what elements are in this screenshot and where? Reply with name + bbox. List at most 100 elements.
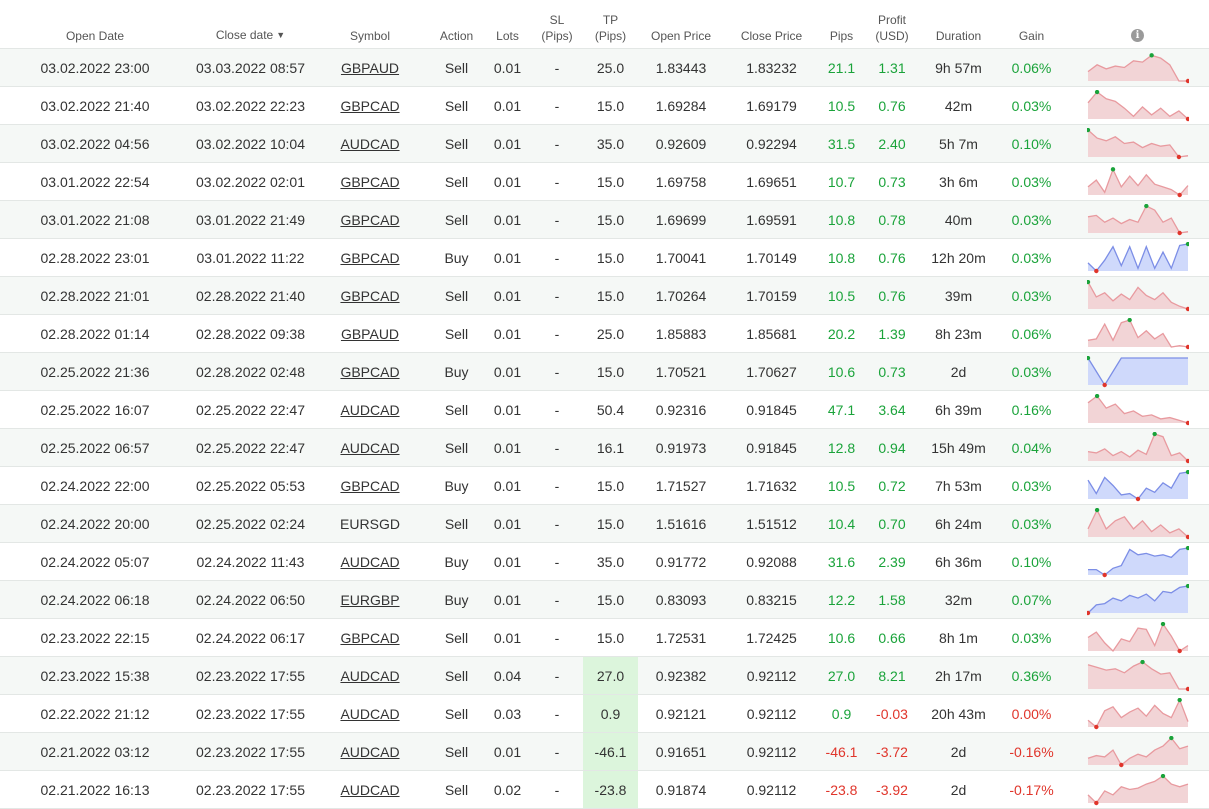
close-date-cell: 03.02.2022 22:23 [196, 97, 305, 114]
col-close-date[interactable]: Close date ▼ [190, 0, 311, 49]
close-date-cell: 02.23.2022 17:55 [196, 705, 305, 722]
trade-sparkline [1087, 659, 1189, 691]
symbol-link[interactable]: GBPCAD [340, 174, 399, 190]
sparkline-cell [1066, 580, 1209, 619]
col-duration[interactable]: Duration [920, 0, 997, 49]
col-action[interactable]: Action [429, 0, 484, 49]
symbol-link[interactable]: AUDCAD [340, 440, 399, 456]
symbol-cell: GBPAUD [311, 48, 429, 87]
open-price-cell: 1.70264 [638, 276, 724, 315]
col-tp[interactable]: TP (Pips) [583, 0, 638, 49]
table-row[interactable]: 02.24.2022 05:07 02.24.2022 11:43 AUDCAD Bu… [0, 542, 1209, 581]
sparkline-min-dot [1176, 192, 1182, 197]
symbol-link[interactable]: GBPCAD [340, 212, 399, 228]
open-date-cell: 03.02.2022 23:00 [0, 48, 190, 87]
symbol-link[interactable]: AUDCAD [340, 554, 399, 570]
pips-cell: 10.8 [819, 238, 864, 277]
open-price-cell: 0.91973 [638, 428, 724, 467]
table-row[interactable]: 03.02.2022 04:56 03.02.2022 10:04 AUDCAD Se… [0, 124, 1209, 163]
table-row[interactable]: 02.25.2022 16:07 02.25.2022 22:47 AUDCAD Se… [0, 390, 1209, 429]
sparkline-area [1087, 661, 1188, 689]
table-row[interactable]: 02.28.2022 21:01 02.28.2022 21:40 GBPCAD Se… [0, 276, 1209, 315]
sl-cell: - [531, 86, 583, 125]
symbol-link[interactable]: GBPCAD [340, 478, 399, 494]
action-cell: Sell [429, 124, 484, 163]
symbol-link[interactable]: AUDCAD [340, 402, 399, 418]
lots-cell: 0.01 [493, 325, 522, 342]
symbol-link[interactable]: AUDCAD [340, 136, 399, 152]
table-row[interactable]: 02.25.2022 06:57 02.25.2022 22:47 AUDCAD Se… [0, 428, 1209, 467]
close-date-cell: 02.28.2022 02:48 [190, 352, 311, 391]
table-row[interactable]: 02.23.2022 15:38 02.23.2022 17:55 AUDCAD Se… [0, 656, 1209, 695]
col-profit[interactable]: Profit (USD) [864, 0, 920, 49]
info-icon[interactable]: i [1131, 29, 1144, 42]
col-gain[interactable]: Gain [997, 0, 1066, 49]
symbol-link[interactable]: AUDCAD [340, 668, 399, 684]
col-close-price[interactable]: Close Price [724, 0, 819, 49]
col-sl[interactable]: SL (Pips) [531, 0, 583, 49]
table-row[interactable]: 02.24.2022 06:18 02.24.2022 06:50 EURGBP Bu… [0, 580, 1209, 619]
table-row[interactable]: 02.28.2022 23:01 03.01.2022 11:22 GBPCAD Bu… [0, 238, 1209, 277]
open-date-cell: 02.21.2022 16:13 [40, 781, 150, 798]
open-price-cell: 1.71527 [638, 466, 724, 505]
symbol-link[interactable]: GBPAUD [341, 326, 399, 342]
open-price-cell: 1.72531 [638, 618, 724, 657]
symbol-link[interactable]: GBPCAD [340, 630, 399, 646]
action-cell: Buy [444, 591, 469, 608]
trade-history-table: Open Date Close date ▼ Symbol Action Lots… [0, 0, 1209, 809]
close-date-cell: 02.23.2022 17:55 [190, 732, 311, 771]
close-date-cell: 02.28.2022 02:48 [196, 363, 305, 380]
duration-cell: 12h 20m [920, 238, 997, 277]
col-open-price[interactable]: Open Price [638, 0, 724, 49]
open-date-cell: 03.01.2022 21:08 [0, 200, 190, 239]
open-price-cell: 0.91772 [638, 542, 724, 581]
symbol-link[interactable]: AUDCAD [340, 706, 399, 722]
symbol-link[interactable]: AUDCAD [340, 782, 399, 798]
sparkline-max-dot [1168, 735, 1174, 740]
open-date-cell: 02.22.2022 21:12 [0, 694, 190, 733]
open-date-cell: 02.25.2022 16:07 [40, 401, 150, 418]
symbol-cell: AUDCAD [311, 542, 429, 581]
symbol-link[interactable]: GBPCAD [340, 364, 399, 380]
profit-cell: 0.78 [878, 211, 906, 228]
close-price-cell: 1.83232 [724, 48, 819, 87]
col-symbol[interactable]: Symbol [311, 0, 429, 49]
close-date-cell: 03.01.2022 21:49 [196, 211, 305, 228]
tp-cell: -46.1 [594, 743, 627, 760]
lots-cell: 0.01 [484, 732, 531, 771]
profit-cell: -3.72 [864, 732, 920, 771]
gain-cell: 0.36% [1011, 667, 1052, 684]
table-row[interactable]: 03.02.2022 23:00 03.03.2022 08:57 GBPAUD Se… [0, 48, 1209, 87]
tp-cell: 15.0 [596, 211, 625, 228]
symbol-link[interactable]: GBPCAD [340, 288, 399, 304]
table-row[interactable]: 03.01.2022 22:54 03.02.2022 02:01 GBPCAD Se… [0, 162, 1209, 201]
table-row[interactable]: 02.24.2022 22:00 02.25.2022 05:53 GBPCAD Bu… [0, 466, 1209, 505]
col-pips[interactable]: Pips [819, 0, 864, 49]
pips-cell: 27.0 [827, 667, 856, 684]
col-open-date[interactable]: Open Date [0, 0, 190, 49]
duration-cell: 32m [920, 580, 997, 619]
table-row[interactable]: 03.02.2022 21:40 03.02.2022 22:23 GBPCAD Se… [0, 86, 1209, 125]
close-price-cell: 0.92294 [724, 124, 819, 163]
symbol-link[interactable]: GBPAUD [341, 60, 399, 76]
table-row[interactable]: 02.24.2022 20:00 02.25.2022 02:24 EURSGD Se… [0, 504, 1209, 543]
table-row[interactable]: 02.28.2022 01:14 02.28.2022 09:38 GBPAUD Se… [0, 314, 1209, 353]
col-lots[interactable]: Lots [484, 0, 531, 49]
symbol-cell: AUDCAD [311, 770, 429, 809]
symbol-link[interactable]: GBPCAD [340, 250, 399, 266]
symbol-link[interactable]: GBPCAD [340, 98, 399, 114]
table-row[interactable]: 02.21.2022 03:12 02.23.2022 17:55 AUDCAD Se… [0, 732, 1209, 771]
duration-cell: 8h 1m [939, 629, 978, 646]
sparkline-min-dot [1135, 496, 1140, 501]
table-row[interactable]: 02.25.2022 21:36 02.28.2022 02:48 GBPCAD Bu… [0, 352, 1209, 391]
table-row[interactable]: 02.23.2022 22:15 02.24.2022 06:17 GBPCAD Se… [0, 618, 1209, 657]
table-row[interactable]: 02.22.2022 21:12 02.23.2022 17:55 AUDCAD Se… [0, 694, 1209, 733]
symbol-link[interactable]: EURGBP [340, 592, 399, 608]
col-profit-label: Profit [877, 13, 906, 27]
lots-cell: 0.01 [493, 249, 522, 266]
open-price-cell: 1.69758 [655, 173, 707, 190]
table-row[interactable]: 03.01.2022 21:08 03.01.2022 21:49 GBPCAD Se… [0, 200, 1209, 239]
symbol-link[interactable]: AUDCAD [340, 744, 399, 760]
table-row[interactable]: 02.21.2022 16:13 02.23.2022 17:55 AUDCAD Se… [0, 770, 1209, 809]
pips-cell: -23.8 [825, 781, 858, 798]
